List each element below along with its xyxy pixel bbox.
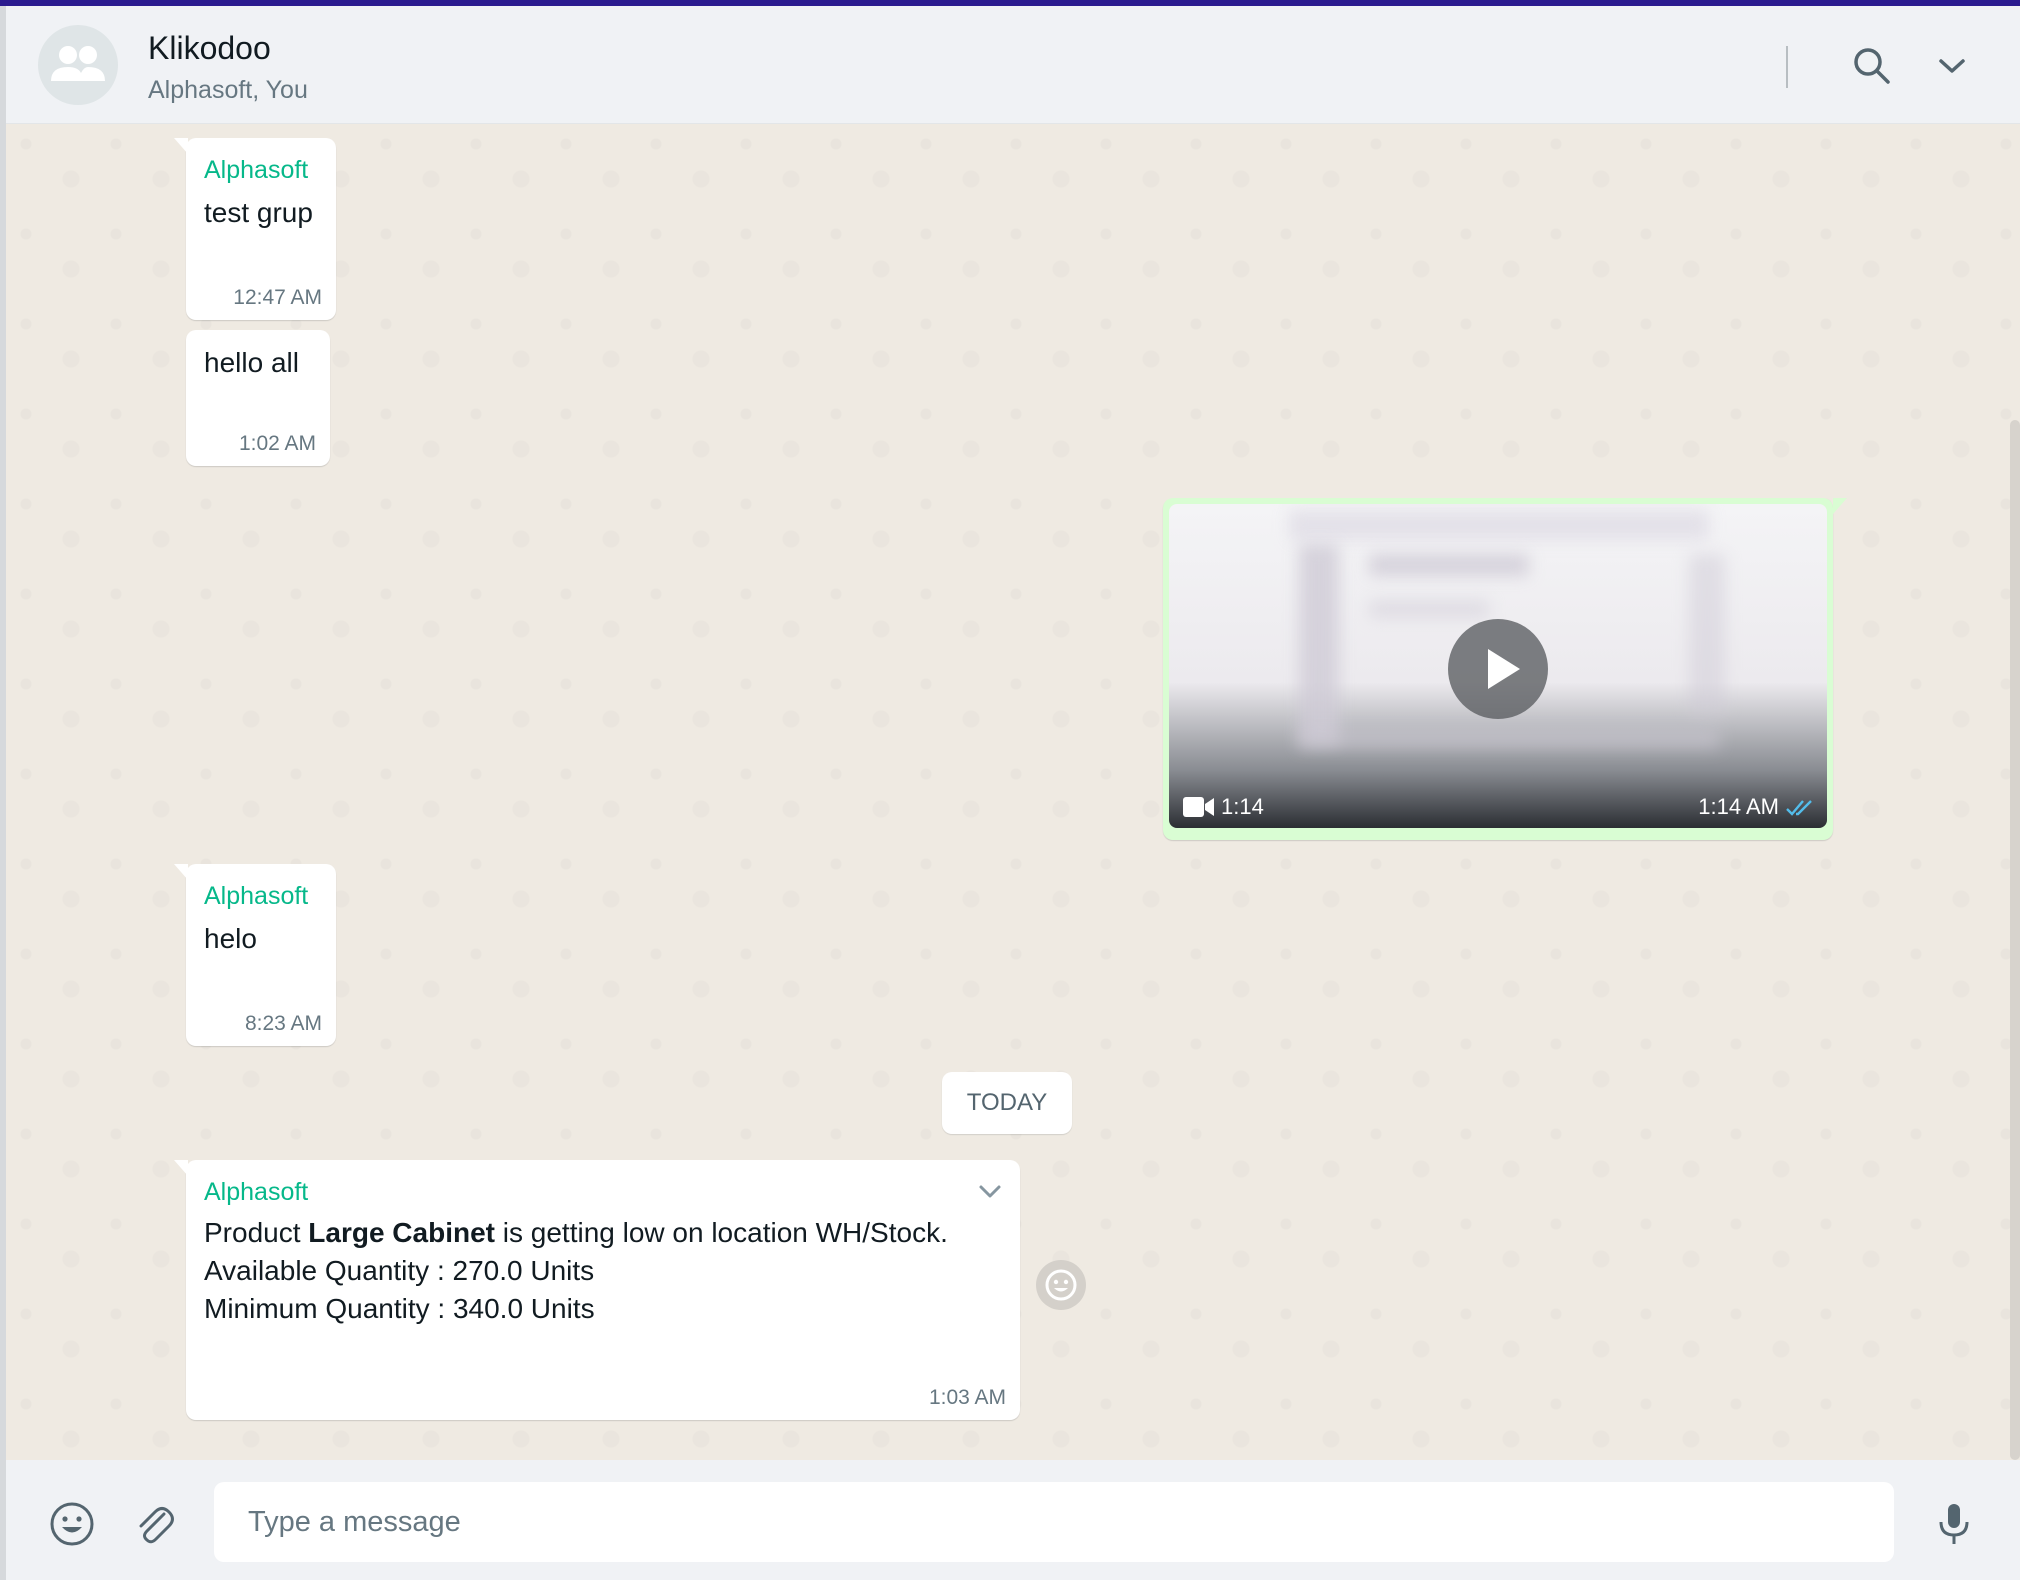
chat-header[interactable]: Klikodoo Alphasoft, You (6, 6, 2020, 124)
group-avatar-icon[interactable] (38, 25, 118, 105)
video-thumbnail[interactable]: 1:14 1:14 AM (1169, 504, 1827, 828)
read-receipt-icon (1785, 798, 1815, 818)
emoji-icon[interactable] (48, 1500, 96, 1548)
incoming-message[interactable]: Alphasoft Product Large Cabinet is getti… (174, 1160, 1020, 1420)
incoming-message[interactable]: hello all 1:02 AM (186, 330, 330, 466)
chevron-down-icon[interactable] (1928, 42, 1976, 90)
search-icon[interactable] (1848, 42, 1896, 90)
chat-title[interactable]: Klikodoo (148, 30, 271, 67)
header-divider (1786, 46, 1788, 88)
chat-participants[interactable]: Alphasoft, You (148, 76, 308, 105)
incoming-message[interactable]: Alphasoft test grup 12:47 AM (174, 138, 336, 320)
product-name: Large Cabinet (308, 1217, 495, 1248)
incoming-message[interactable]: Alphasoft helo 8:23 AM (174, 864, 336, 1046)
paperclip-icon[interactable] (130, 1500, 178, 1548)
sender-name: Alphasoft (204, 156, 309, 184)
message-text: test grup (204, 197, 313, 228)
chevron-down-icon[interactable] (976, 1180, 1004, 1202)
message-text: hello all (204, 347, 299, 378)
scrollbar[interactable] (2010, 420, 2020, 1460)
message-input[interactable] (214, 1482, 1894, 1562)
sender-name: Alphasoft (204, 882, 309, 910)
outgoing-video-message[interactable]: 1:14 1:14 AM (1163, 498, 1847, 840)
message-time: 12:47 AM (233, 286, 322, 309)
message-time: 1:03 AM (928, 1386, 1006, 1409)
message-text-line: Available Quantity : 270.0 Units (204, 1255, 595, 1286)
video-duration: 1:14 (1221, 794, 1264, 819)
message-time: 8:23 AM (244, 1012, 322, 1035)
chat-window: Klikodoo Alphasoft, You Alphasoft test g… (6, 6, 2020, 1580)
microphone-icon[interactable] (1930, 1500, 1978, 1548)
play-button[interactable] (1448, 619, 1548, 719)
message-text-line: Product Large Cabinet is getting low on … (204, 1217, 948, 1248)
message-text: helo (204, 923, 257, 954)
reaction-emoji-icon[interactable] (1036, 1260, 1086, 1310)
message-list[interactable]: Alphasoft test grup 12:47 AM hello all 1… (6, 124, 2020, 1460)
sender-name: Alphasoft (204, 1178, 309, 1206)
message-time: 1:14 AM (1698, 794, 1779, 819)
video-camera-icon (1183, 796, 1215, 818)
message-text-line: Minimum Quantity : 340.0 Units (204, 1293, 595, 1324)
message-time: 1:02 AM (238, 432, 316, 455)
date-divider: TODAY (942, 1072, 1072, 1134)
composer-bar (6, 1460, 2020, 1580)
